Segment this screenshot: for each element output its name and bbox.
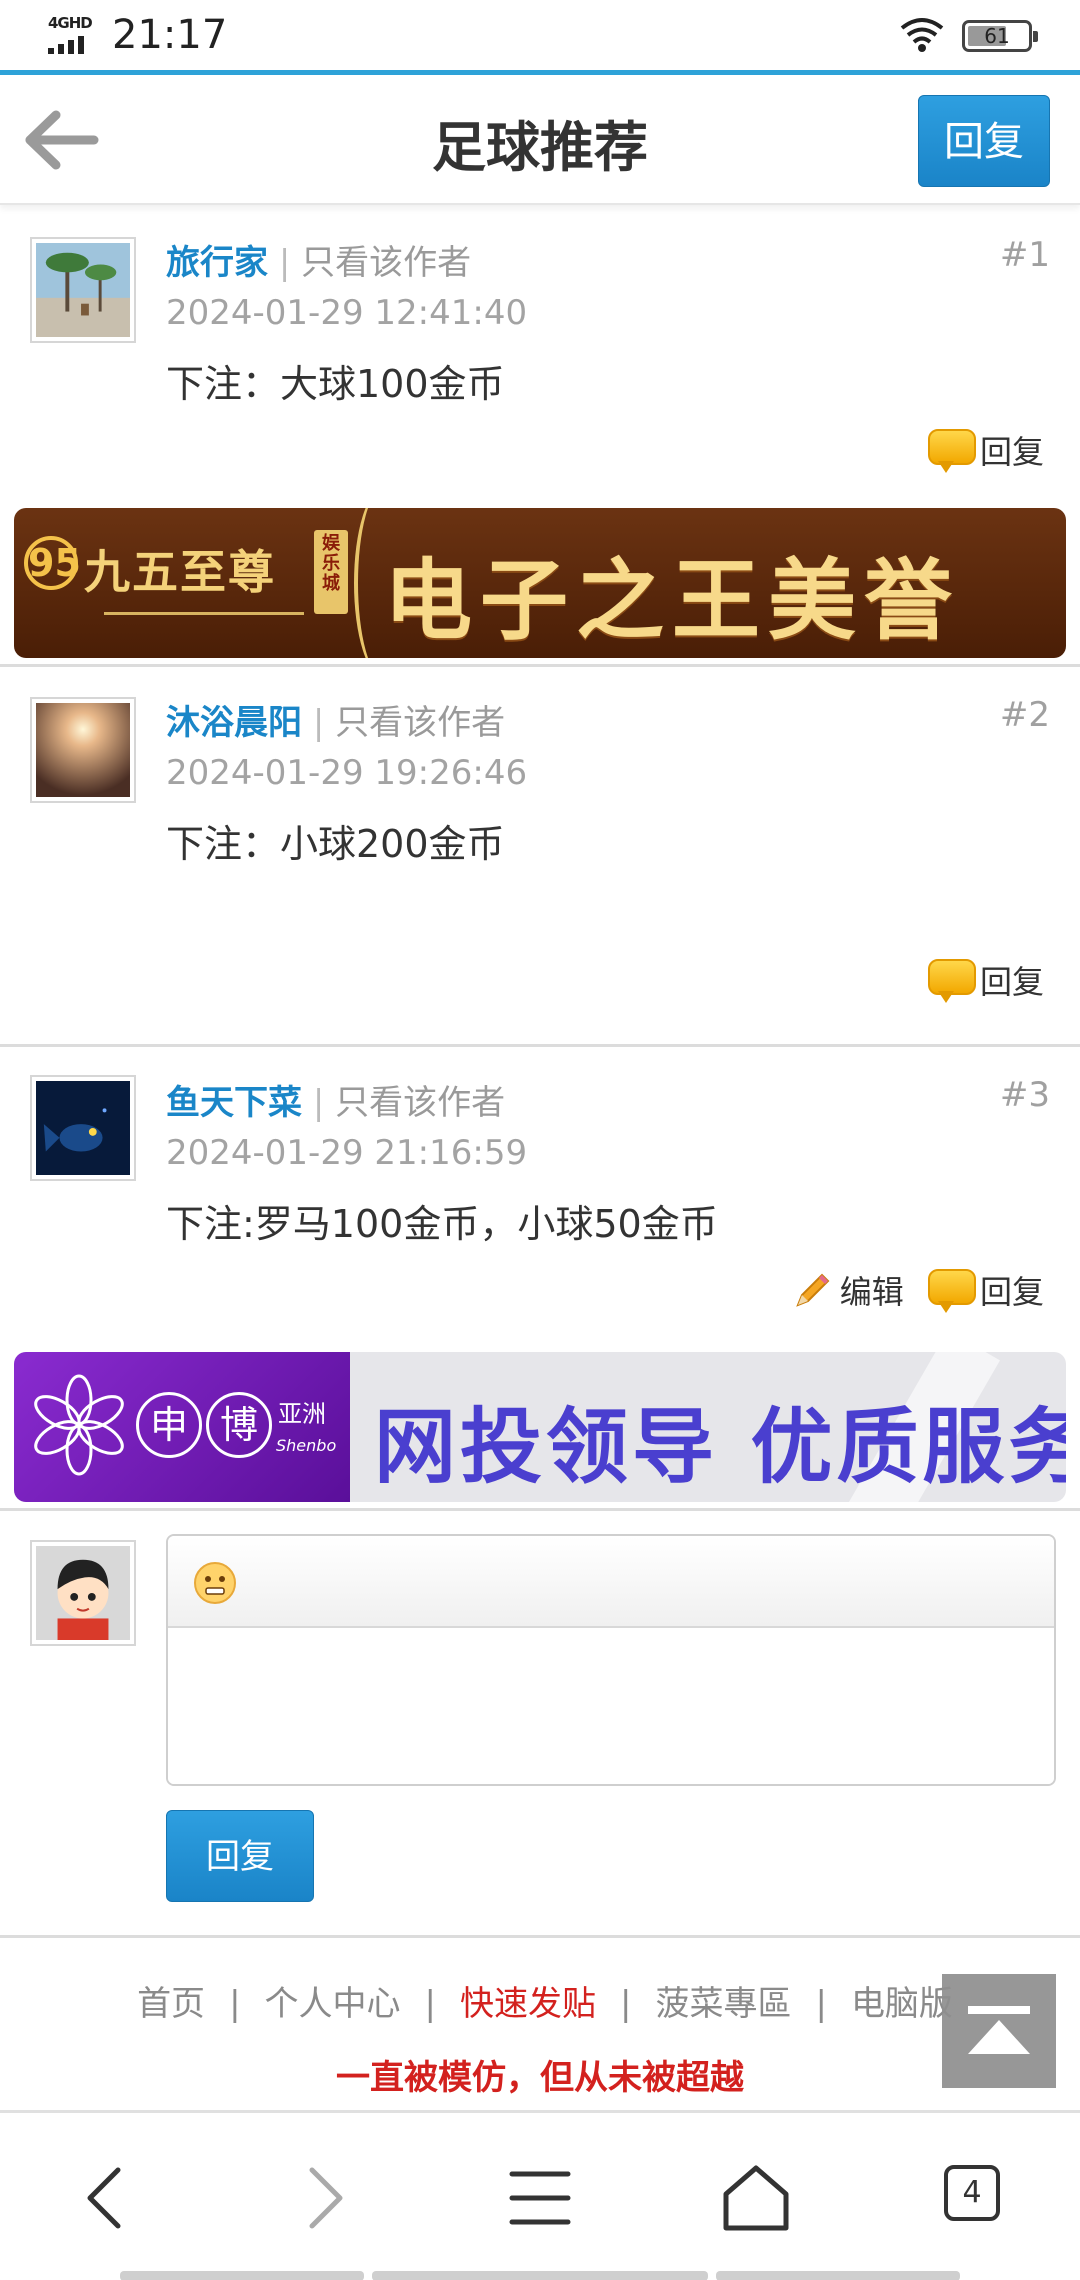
- post-meta: 鱼天下菜 | 只看该作者: [166, 1075, 505, 1124]
- ad-banner-jiuwu[interactable]: 95 九五至尊 娱乐城 电子之王美誉: [14, 508, 1066, 658]
- footer-nav: 首页 | 个人中心 | 快速发贴 | 菠菜專區 | 电脑版: [0, 1976, 1080, 2025]
- back-to-top-icon: [968, 2006, 1030, 2014]
- banner-brand: 九五至尊: [84, 545, 276, 599]
- post-item: 沐浴晨阳 | 只看该作者 #2 2024-01-29 19:26:46 下注：小…: [0, 667, 1080, 1047]
- submit-reply-button[interactable]: 回复: [166, 1810, 314, 1902]
- tabs-button[interactable]: 4: [944, 2165, 1000, 2221]
- post-author[interactable]: 旅行家: [166, 243, 268, 283]
- back-to-top-button[interactable]: [942, 1974, 1056, 2088]
- scroll-indicator: [372, 2271, 708, 2280]
- avatar[interactable]: [30, 697, 136, 803]
- post-floor: #3: [999, 1075, 1050, 1115]
- post-item: 鱼天下菜 | 只看该作者 #3 2024-01-29 21:16:59 下注:罗…: [0, 1047, 1080, 1347]
- post-content: 下注：大球100金币: [166, 362, 505, 406]
- battery-icon: 61: [962, 20, 1038, 52]
- post-item: 旅行家 | 只看该作者 #1 2024-01-29 12:41:40 下注：大球…: [0, 207, 1080, 500]
- banner-char: 申: [136, 1392, 202, 1458]
- footer-separator: |: [620, 1984, 632, 2024]
- post-actions: 回复: [914, 427, 1044, 487]
- only-author-link[interactable]: 只看该作者: [335, 1083, 505, 1123]
- post-author[interactable]: 鱼天下菜: [166, 1083, 302, 1123]
- footer-link-profile[interactable]: 个人中心: [265, 1984, 401, 2024]
- wifi-icon: [900, 18, 944, 52]
- chat-bubble-icon: [927, 959, 978, 1003]
- banner-slogan: 电子之王美誉: [384, 549, 961, 652]
- footer-divider: [0, 1935, 1080, 1938]
- footer-separator: |: [229, 1984, 241, 2024]
- avatar-image: [36, 1546, 130, 1640]
- post-floor: #2: [999, 695, 1050, 735]
- banner-tag: 娱乐城: [314, 530, 348, 614]
- footer-separator: |: [424, 1984, 436, 2024]
- status-bar: 4GHD 21:17 61: [0, 0, 1080, 70]
- scroll-indicator: [120, 2271, 364, 2280]
- banner-asia: 亚洲: [278, 1400, 326, 1428]
- meta-separator: |: [312, 1083, 325, 1123]
- avatar-image: [36, 1081, 130, 1175]
- network-type: 4GHD: [48, 14, 93, 32]
- meta-separator: |: [312, 703, 325, 743]
- battery-level: 61: [984, 24, 1010, 48]
- post-meta: 沐浴晨阳 | 只看该作者: [166, 695, 505, 744]
- pencil-icon: [796, 1273, 830, 1307]
- post-actions: 编辑 回复: [776, 1267, 1044, 1327]
- avatar[interactable]: [30, 237, 136, 343]
- flower-logo-icon: [34, 1374, 124, 1476]
- status-time: 21:17: [112, 12, 228, 58]
- banner-shenbo: Shenbo: [276, 1436, 337, 1455]
- avatar-image: [36, 243, 130, 337]
- post-time: 2024-01-29 12:41:40: [166, 293, 528, 333]
- top-header: 足球推荐 回复: [0, 75, 1080, 205]
- reply-editor: [166, 1534, 1056, 1786]
- reply-button[interactable]: 回复: [927, 427, 1044, 473]
- footer-separator: |: [815, 1984, 827, 2024]
- post-time: 2024-01-29 19:26:46: [166, 753, 528, 793]
- my-avatar: [30, 1540, 136, 1646]
- chat-bubble-icon: [927, 429, 978, 473]
- emoji-icon[interactable]: [192, 1560, 238, 1606]
- reply-textarea[interactable]: [168, 1630, 1054, 1784]
- avatar-image: [36, 703, 130, 797]
- browser-back-icon[interactable]: [66, 2158, 146, 2238]
- reply-button[interactable]: 回复: [927, 957, 1044, 1003]
- post-floor: #1: [999, 235, 1050, 275]
- post-content: 下注:罗马100金币，小球50金币: [166, 1202, 718, 1246]
- footer-link-zone[interactable]: 菠菜專區: [655, 1984, 791, 2024]
- edit-button[interactable]: 编辑: [790, 1267, 904, 1313]
- brand-logo-icon: 95: [24, 536, 81, 590]
- post-meta: 旅行家 | 只看该作者: [166, 235, 471, 284]
- editor-toolbar: [168, 1536, 1054, 1628]
- browser-forward-icon[interactable]: [284, 2158, 364, 2238]
- footer-link-desktop[interactable]: 电脑版: [851, 1984, 953, 2024]
- post-content: 下注：小球200金币: [166, 822, 505, 866]
- banner-slogan: 网投领导 优质服务: [374, 1400, 1066, 1495]
- post-divider: [0, 1508, 1080, 1511]
- browser-toolbar: 4: [0, 2110, 1080, 2280]
- banner-ornament: [104, 612, 304, 615]
- scroll-indicator: [716, 2271, 960, 2280]
- reply-label: 回复: [979, 433, 1044, 471]
- ad-banner-shenbo[interactable]: 申 博 亚洲 Shenbo 网投领导 优质服务: [14, 1352, 1066, 1502]
- chat-bubble-icon: [927, 1269, 978, 1313]
- home-icon[interactable]: [716, 2158, 796, 2238]
- header-reply-button[interactable]: 回复: [918, 95, 1050, 187]
- reply-label: 回复: [979, 1273, 1044, 1311]
- only-author-link[interactable]: 只看该作者: [301, 243, 471, 283]
- menu-icon[interactable]: [500, 2158, 580, 2238]
- post-author[interactable]: 沐浴晨阳: [166, 703, 302, 743]
- reply-button[interactable]: 回复: [927, 1267, 1044, 1313]
- edit-label: 编辑: [839, 1273, 904, 1311]
- banner-logo-area: 申 博 亚洲 Shenbo: [14, 1352, 350, 1502]
- post-actions: 回复: [914, 957, 1044, 1017]
- reply-label: 回复: [979, 963, 1044, 1001]
- post-time: 2024-01-29 21:16:59: [166, 1133, 528, 1173]
- footer-slogan: 一直被模仿，但从未被超越: [336, 2058, 744, 2098]
- only-author-link[interactable]: 只看该作者: [335, 703, 505, 743]
- signal-icon: 4GHD: [46, 14, 96, 54]
- avatar[interactable]: [30, 1075, 136, 1181]
- banner-char: 博: [206, 1392, 272, 1458]
- footer-link-home[interactable]: 首页: [137, 1984, 205, 2024]
- footer-link-quick-post[interactable]: 快速发贴: [460, 1984, 596, 2024]
- meta-separator: |: [278, 243, 291, 283]
